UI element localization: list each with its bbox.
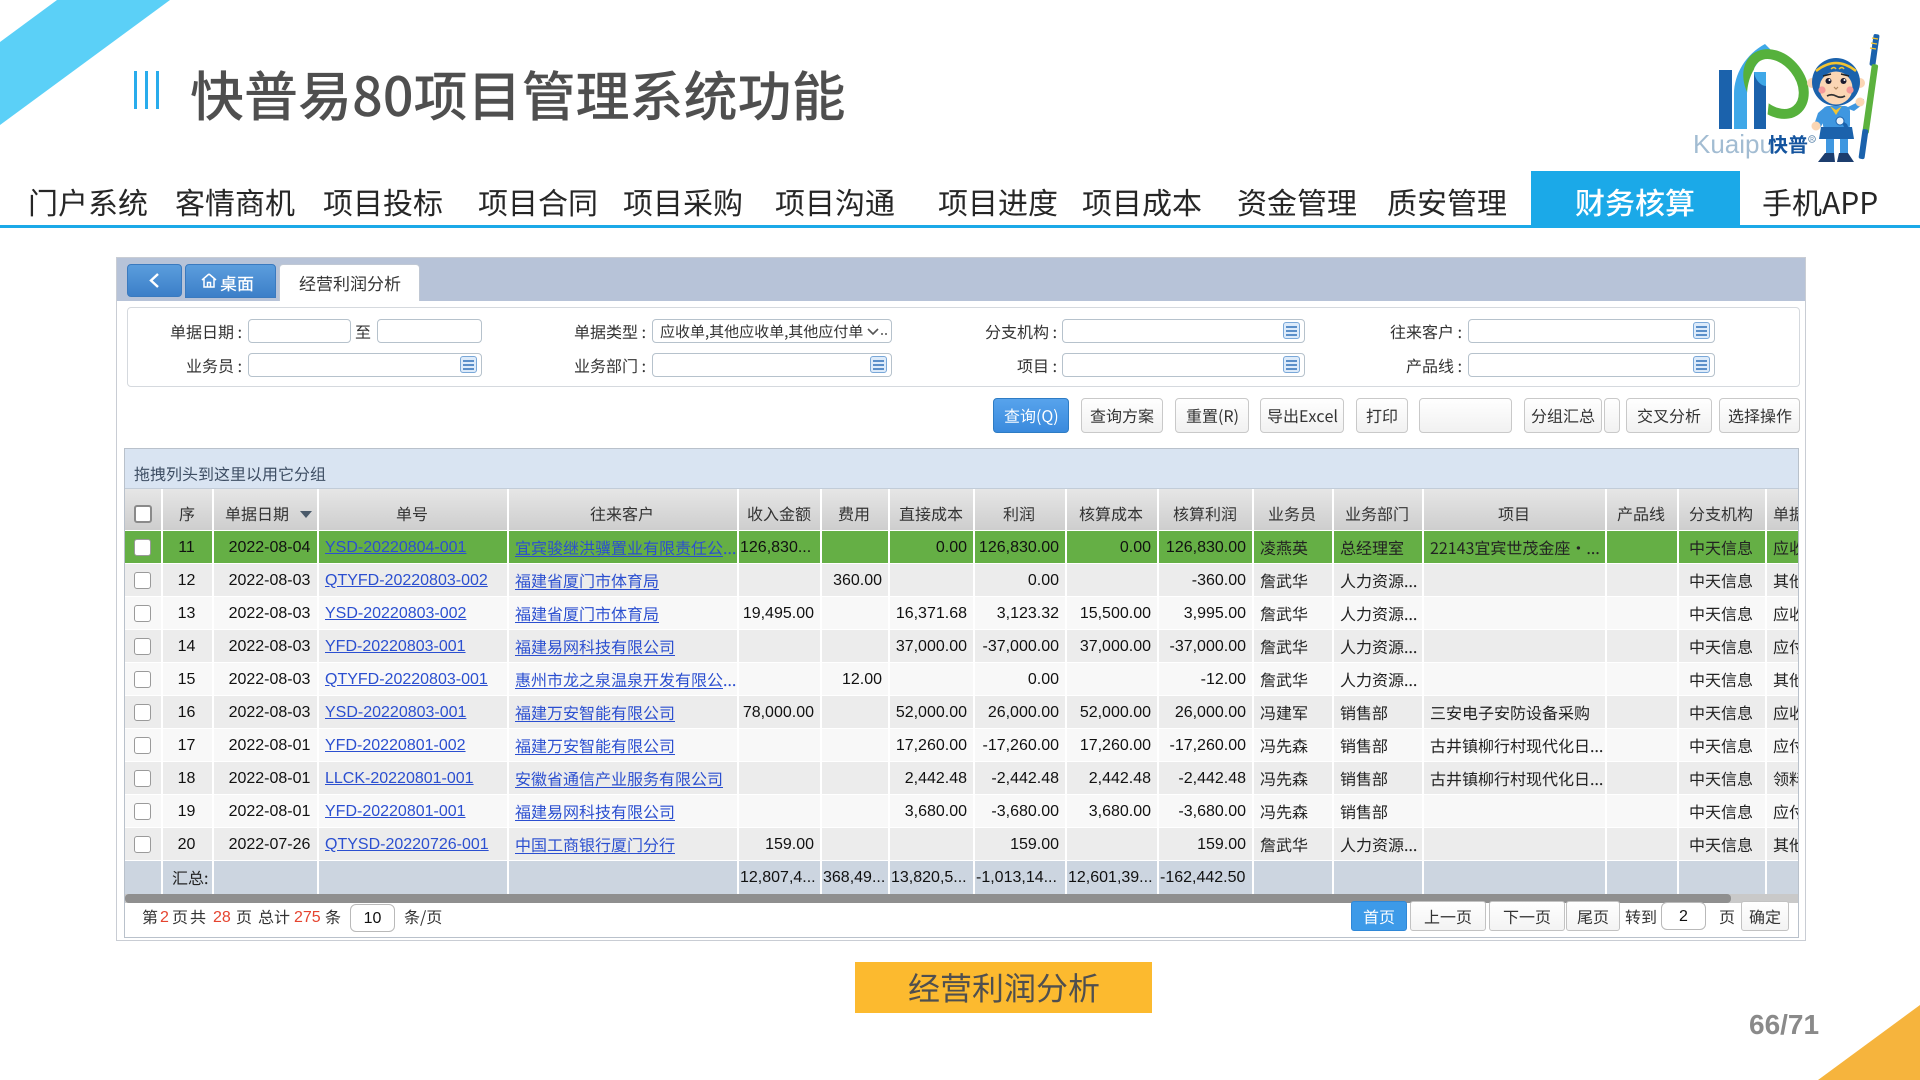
svg-text:Kuaipu: Kuaipu	[1693, 129, 1774, 159]
svg-text:R: R	[1810, 137, 1814, 143]
